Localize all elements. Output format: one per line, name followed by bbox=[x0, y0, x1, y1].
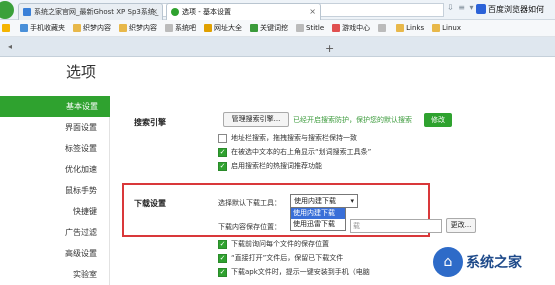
settings-sidebar: 基本设置 界面设置 标签设置 优化加速 鼠标手势 快捷键 广告过滤 高级设置 实验室 bbox=[0, 96, 110, 285]
globe-icon bbox=[250, 24, 258, 32]
bookmark-item[interactable]: 手机收藏夹 bbox=[20, 23, 65, 33]
sidebar-item[interactable]: 界面设置 bbox=[0, 117, 110, 138]
bookmark-item[interactable]: 网址大全 bbox=[204, 23, 242, 33]
page-icon bbox=[296, 24, 304, 32]
option-label: 在被选中文本的右上角显示“划词搜索工具条” bbox=[231, 148, 372, 156]
dropdown-option-thunder[interactable]: 使用迅雷下载 bbox=[291, 219, 345, 230]
page-title: 选项 bbox=[66, 63, 97, 81]
bookmark-label: 关键词挖 bbox=[260, 24, 288, 32]
bookmark-item[interactable]: Links bbox=[396, 24, 424, 32]
bookmark-item[interactable]: 系统吧 bbox=[165, 23, 196, 33]
phone-icon bbox=[20, 24, 28, 32]
checkbox-checked-icon[interactable]: ✓ bbox=[218, 253, 227, 263]
tab-scroll-left-icon[interactable]: ◂ bbox=[8, 42, 12, 51]
bookmark-label: 手机收藏夹 bbox=[30, 24, 65, 32]
option-label: 下载apk文件时，提示一键安装到手机（电脑 bbox=[231, 268, 370, 276]
globe-icon bbox=[204, 24, 212, 32]
bookmark-label: 网址大全 bbox=[214, 24, 242, 32]
bookmark-label: 系统吧 bbox=[175, 24, 196, 32]
download-tool-select[interactable]: 使用内建下载 ▾ bbox=[290, 194, 358, 208]
bookmark-label: Stitle bbox=[306, 24, 325, 32]
checkbox-checked-icon[interactable]: ✓ bbox=[218, 239, 227, 249]
tab-settings[interactable]: 选项 - 基本设置 × bbox=[166, 3, 321, 20]
address-bar-controls[interactable]: ⇩ ≡ ▾ bbox=[447, 3, 475, 12]
option-row[interactable]: 地址栏搜索，拖拽搜索与搜索栏保持一致 bbox=[218, 131, 371, 145]
option-label: “直接打开”文件后，保留已下载文件 bbox=[231, 254, 344, 262]
chevron-down-icon: ▾ bbox=[350, 197, 354, 205]
tab-strip bbox=[0, 37, 555, 57]
search-engine-label: 搜索引擎 bbox=[134, 118, 166, 127]
watermark-text: 系统之家 bbox=[466, 255, 522, 271]
option-row[interactable]: ✓ “直接打开”文件后，保留已下载文件 bbox=[218, 251, 370, 265]
settings-favicon-icon bbox=[171, 8, 179, 16]
checkbox-icon[interactable] bbox=[218, 133, 227, 143]
option-label: 地址栏搜索，拖拽搜索与搜索栏保持一致 bbox=[231, 134, 357, 142]
bookmark-item[interactable]: Linux bbox=[432, 24, 461, 32]
checkbox-checked-icon[interactable]: ✓ bbox=[218, 267, 227, 277]
bookmark-label: 游戏中心 bbox=[342, 24, 371, 32]
option-row[interactable]: ✓ 下载apk文件时，提示一键安装到手机（电脑 bbox=[218, 265, 370, 279]
search-protection-status: 已经开启搜索防护，保护您的默认搜索 bbox=[293, 116, 412, 124]
download-path-label: 下载内容保存位置： bbox=[218, 223, 281, 231]
new-tab-button[interactable]: + bbox=[325, 42, 334, 55]
bookmark-label: 织梦内容 bbox=[129, 24, 157, 32]
house-icon: ⌂ bbox=[433, 247, 463, 277]
download-tool-label: 选择默认下载工具： bbox=[218, 199, 281, 207]
bookmark-item[interactable]: Stitle bbox=[296, 24, 324, 32]
baidu-icon bbox=[476, 4, 486, 14]
modify-button[interactable]: 修改 bbox=[424, 113, 452, 127]
tab-label: 系统之家官网_最新Ghost XP Sp3系统_ bbox=[34, 8, 159, 16]
bookmark-label: Links bbox=[406, 24, 425, 32]
download-tool-selected: 使用内建下载 bbox=[294, 197, 336, 205]
bookmarks-bar: 手机收藏夹 织梦内容 织梦内容 系统吧 网址大全 关键词挖 Stitle 游戏中心 Links L… bbox=[0, 20, 555, 37]
bookmark-item[interactable]: 织梦内容 bbox=[119, 23, 157, 33]
site-favicon-icon bbox=[23, 8, 31, 16]
folder-icon bbox=[119, 24, 127, 32]
checkbox-checked-icon[interactable]: ✓ bbox=[218, 161, 227, 171]
dropdown-option-builtin[interactable]: 使用内建下载 bbox=[291, 208, 345, 219]
game-icon bbox=[332, 24, 341, 32]
search-options: 地址栏搜索，拖拽搜索与搜索栏保持一致 ✓ 在被选中文本的右上角显示“划词搜索工具条”… bbox=[218, 131, 371, 173]
bookmark-label: Linux bbox=[442, 24, 461, 32]
manage-search-engines-button[interactable]: 管理搜索引擎... bbox=[223, 112, 289, 127]
search-engine-box[interactable]: 百度浏览器如何 bbox=[488, 4, 544, 15]
change-path-button[interactable]: 更改... bbox=[446, 218, 476, 233]
folder-icon bbox=[396, 24, 405, 32]
tab-label: 选项 - 基本设置 bbox=[182, 8, 231, 16]
option-row[interactable]: ✓ 下载前询问每个文件的保存位置 bbox=[218, 237, 370, 251]
bookmark-item[interactable] bbox=[2, 24, 12, 32]
bookmark-item[interactable]: 织梦内容 bbox=[73, 23, 111, 33]
sidebar-item[interactable]: 快捷键 bbox=[0, 201, 110, 222]
bookmark-item[interactable]: 关键词挖 bbox=[250, 23, 288, 33]
download-path-input[interactable]: 载 bbox=[350, 219, 442, 233]
folder-icon bbox=[432, 24, 441, 32]
folder-icon bbox=[73, 24, 81, 32]
option-label: 启用搜索栏的热搜词推荐功能 bbox=[231, 162, 322, 170]
close-tab-icon[interactable]: × bbox=[309, 7, 316, 16]
bookmark-item[interactable]: 游戏中心 bbox=[332, 23, 370, 33]
option-label: 下载前询问每个文件的保存位置 bbox=[231, 240, 329, 248]
tab-xitongzhijia[interactable]: 系统之家官网_最新Ghost XP Sp3系统_ × bbox=[18, 3, 163, 20]
close-tab-icon[interactable]: × bbox=[151, 7, 158, 16]
page-icon bbox=[378, 24, 387, 32]
download-settings-label: 下载设置 bbox=[134, 199, 166, 208]
option-row[interactable]: ✓ 在被选中文本的右上角显示“划词搜索工具条” bbox=[218, 145, 371, 159]
bookmark-item[interactable] bbox=[378, 24, 388, 32]
page-icon bbox=[165, 24, 173, 32]
sidebar-item[interactable]: 实验室 bbox=[0, 264, 110, 285]
bookmark-label: 织梦内容 bbox=[83, 24, 111, 32]
sidebar-item[interactable]: 广告过滤 bbox=[0, 222, 110, 243]
sidebar-item[interactable]: 基本设置 bbox=[0, 96, 110, 117]
star-icon bbox=[2, 24, 10, 32]
checkbox-checked-icon[interactable]: ✓ bbox=[218, 147, 227, 157]
option-row[interactable]: ✓ 启用搜索栏的热搜词推荐功能 bbox=[218, 159, 371, 173]
download-tool-dropdown: 使用内建下载 使用迅雷下载 bbox=[290, 207, 346, 231]
sidebar-item[interactable]: 标签设置 bbox=[0, 138, 110, 159]
sidebar-item[interactable]: 高级设置 bbox=[0, 243, 110, 264]
sidebar-item[interactable]: 优化加速 bbox=[0, 159, 110, 180]
sidebar-item[interactable]: 鼠标手势 bbox=[0, 180, 110, 201]
download-options: ✓ 下载前询问每个文件的保存位置 ✓ “直接打开”文件后，保留已下载文件 ✓ 下载apk文… bbox=[218, 237, 370, 279]
